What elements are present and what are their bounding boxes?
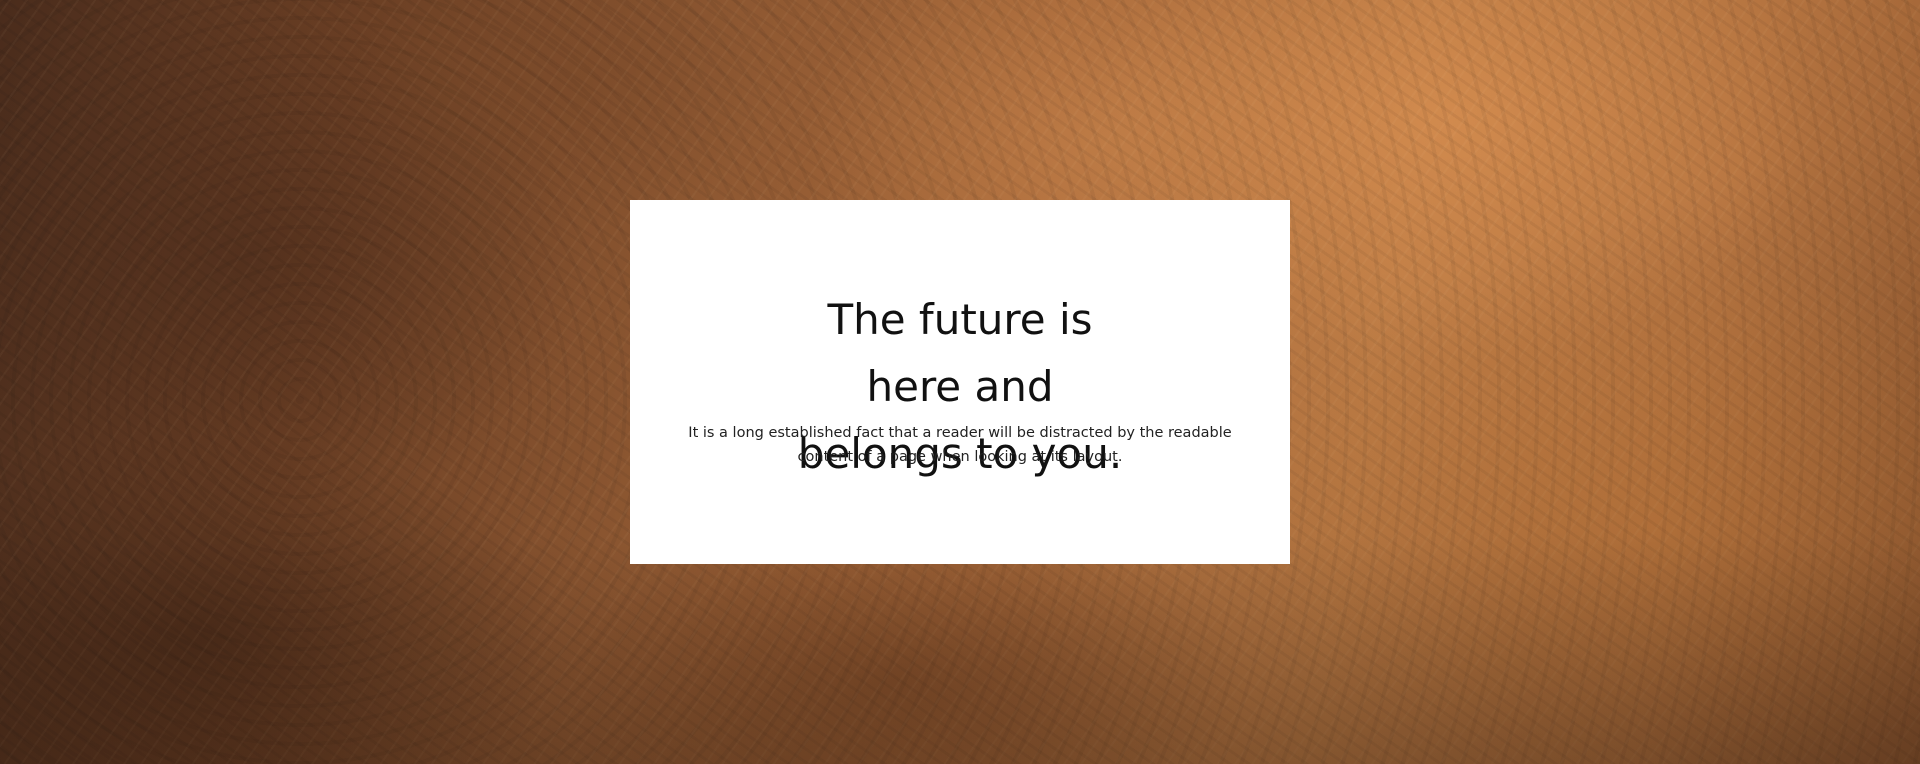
hero-card: The future is here and belongs to you. I… <box>630 200 1290 564</box>
hero-section: The future is here and belongs to you. I… <box>0 0 1920 764</box>
hero-description: It is a long established fact that a rea… <box>688 425 1232 465</box>
